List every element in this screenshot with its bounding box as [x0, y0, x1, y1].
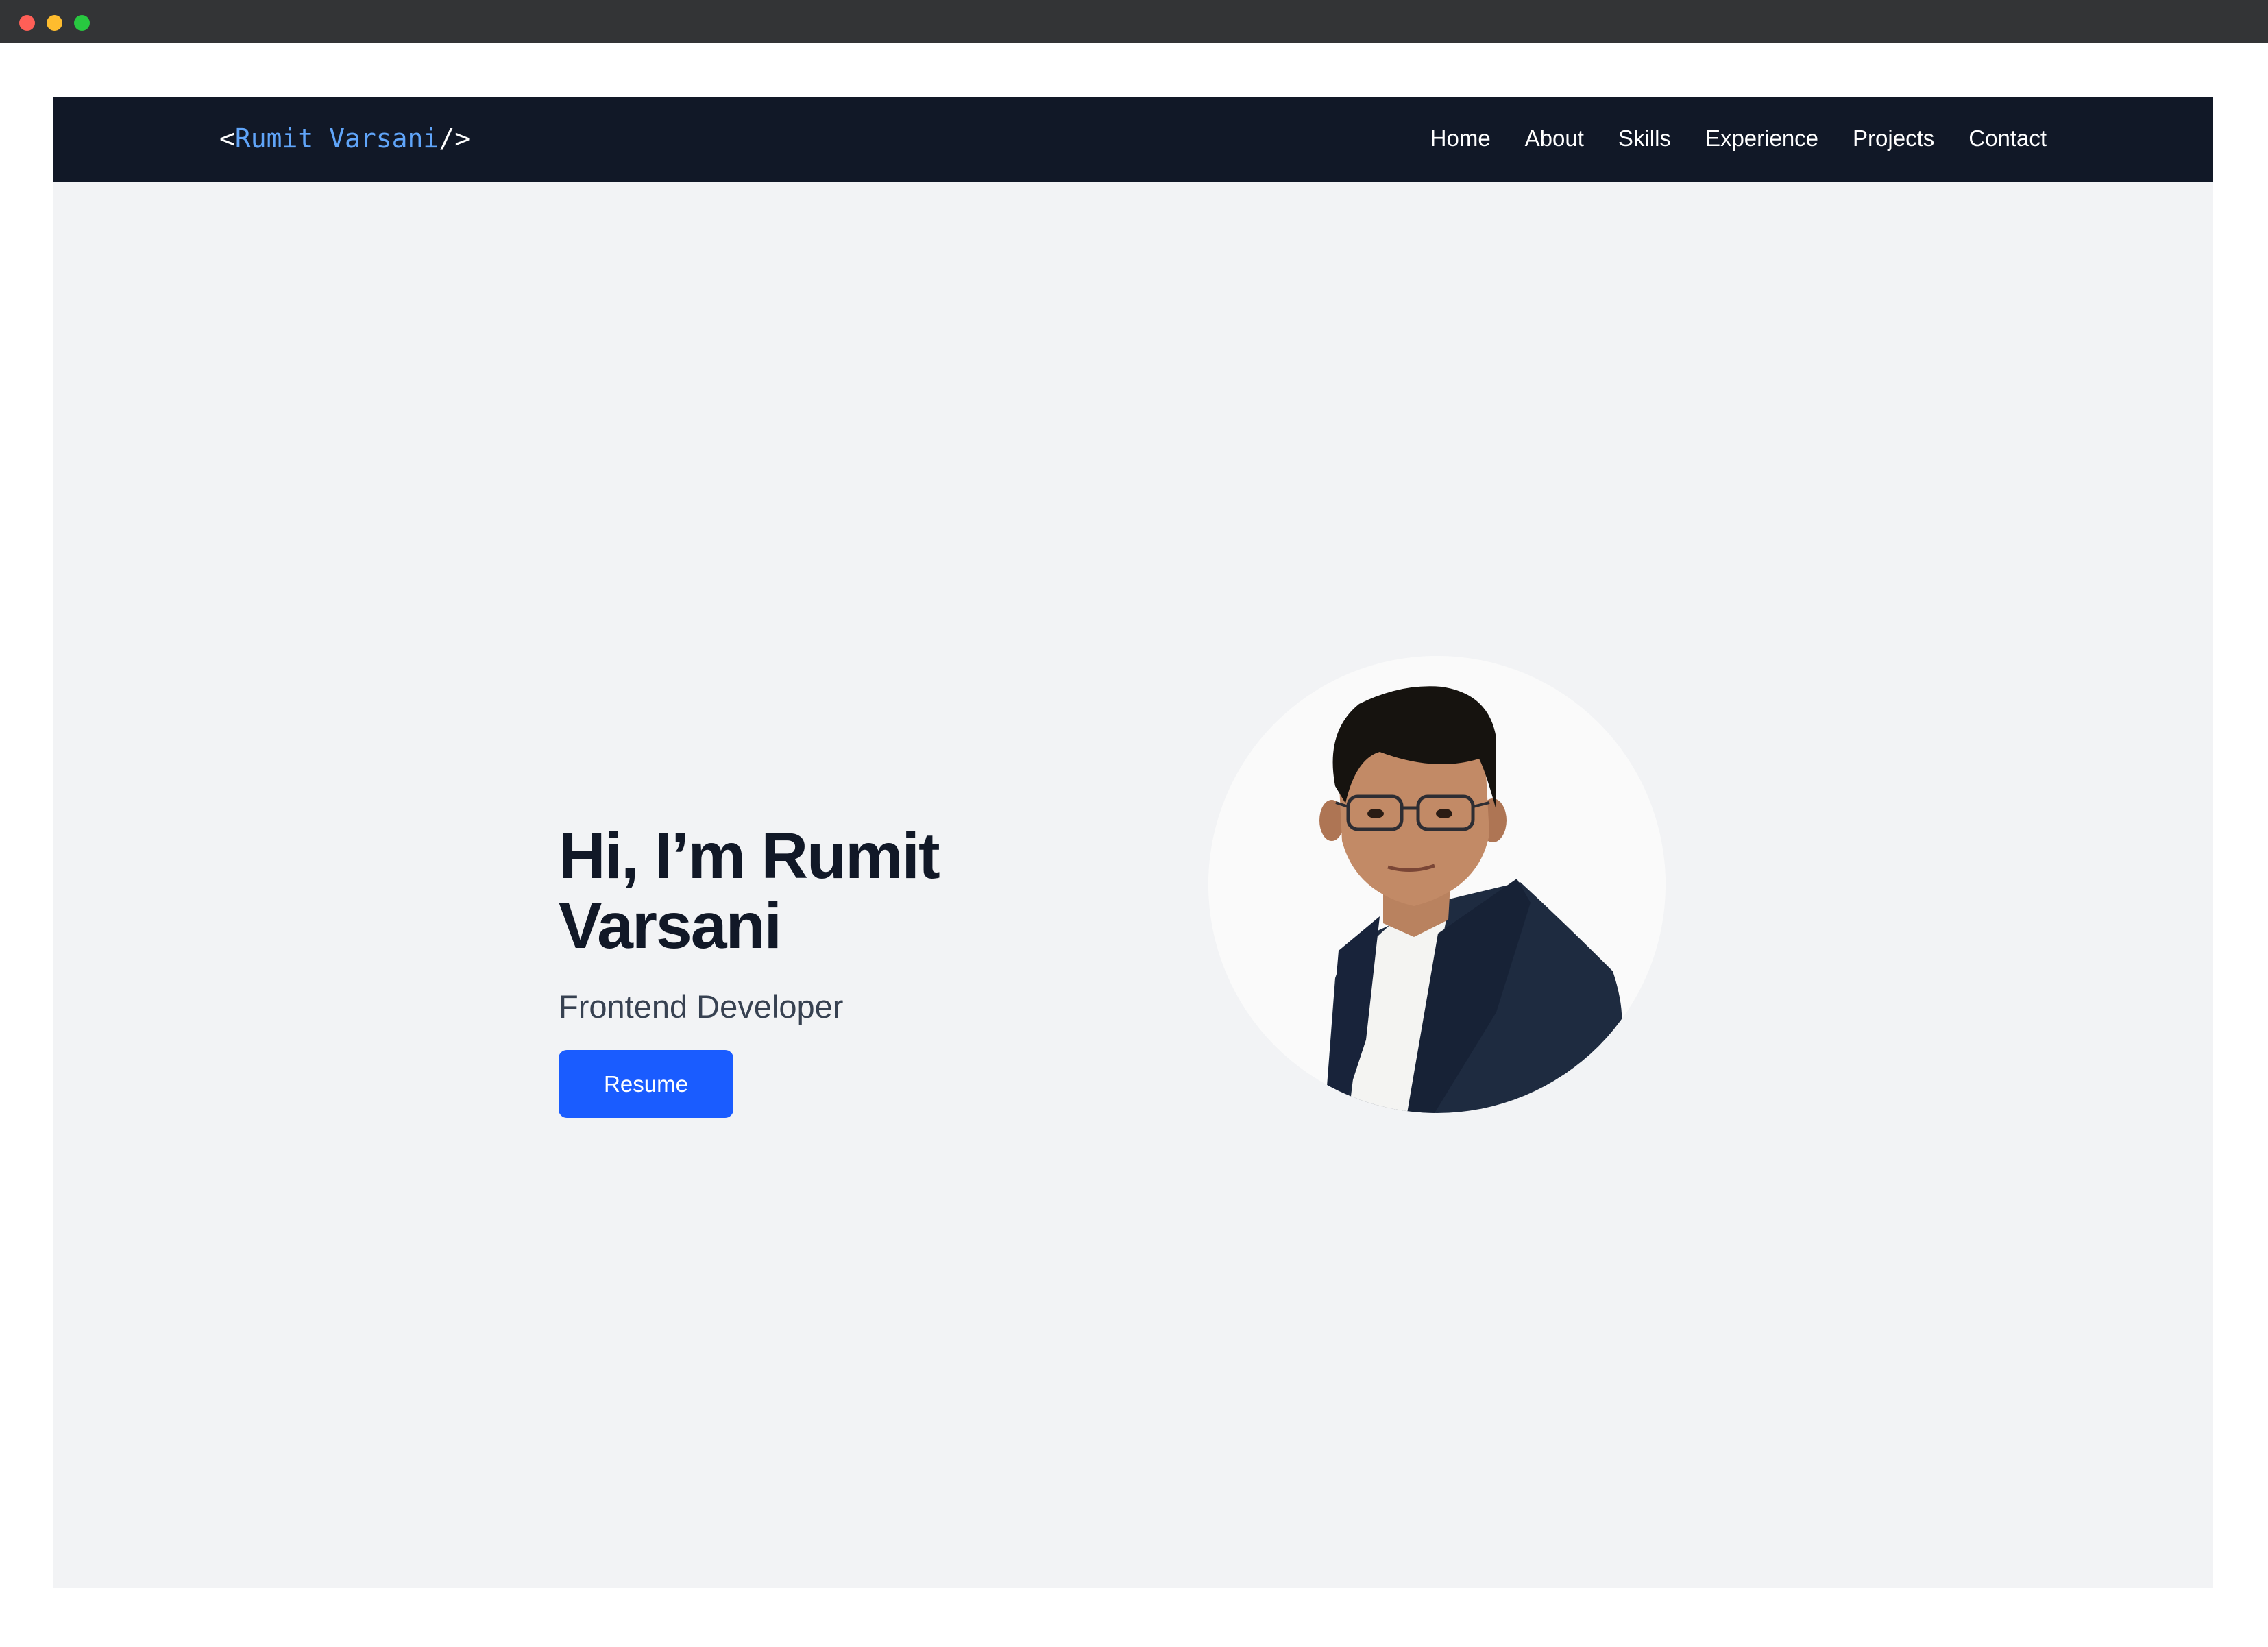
hero-subtitle: Frontend Developer	[559, 988, 844, 1025]
top-navbar: <Rumit Varsani/> Home About Skills Exper…	[53, 97, 2213, 182]
portfolio-page: <Rumit Varsani/> Home About Skills Exper…	[53, 97, 2213, 1588]
window-title-bar	[0, 0, 2268, 43]
nav-link-skills[interactable]: Skills	[1618, 121, 1671, 156]
hero-section: Hi, I’m Rumit Varsani Frontend Developer…	[559, 821, 1038, 1118]
hero-title: Hi, I’m Rumit Varsani	[559, 820, 940, 962]
nav-link-about[interactable]: About	[1525, 121, 1584, 156]
logo-suffix: />	[439, 123, 471, 154]
logo-name: Rumit Varsani	[234, 123, 439, 154]
site-logo[interactable]: <Rumit Varsani/>	[219, 121, 470, 156]
profile-photo-illustration	[1208, 656, 1666, 1113]
profile-photo	[1208, 656, 1666, 1113]
close-window-button[interactable]	[19, 15, 35, 31]
nav-links: Home About Skills Experience Projects Co…	[1430, 121, 2047, 156]
logo-prefix: <	[219, 123, 235, 154]
resume-button[interactable]: Resume	[559, 1050, 733, 1118]
nav-link-home[interactable]: Home	[1430, 121, 1491, 156]
minimize-window-button[interactable]	[47, 15, 62, 31]
nav-link-projects[interactable]: Projects	[1853, 121, 1934, 156]
nav-link-contact[interactable]: Contact	[1968, 121, 2047, 156]
nav-link-experience[interactable]: Experience	[1705, 121, 1818, 156]
maximize-window-button[interactable]	[74, 15, 90, 31]
